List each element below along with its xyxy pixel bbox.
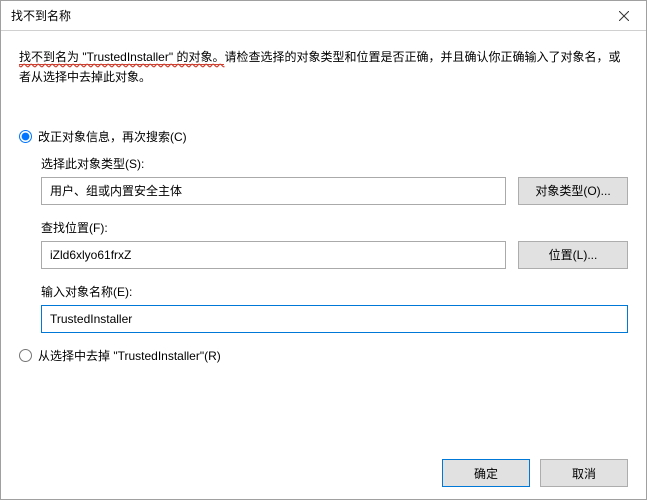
location-value: iZld6xlyo61frxZ (50, 248, 131, 262)
titlebar: 找不到名称 (1, 1, 646, 31)
radio-group: 改正对象信息，再次搜索(C) 选择此对象类型(S): 用户、组或内置安全主体 对… (19, 128, 628, 374)
object-type-display: 用户、组或内置安全主体 (41, 177, 506, 205)
correct-fields: 选择此对象类型(S): 用户、组或内置安全主体 对象类型(O)... 查找位置(… (19, 155, 628, 333)
radio-correct-label[interactable]: 改正对象信息，再次搜索(C) (38, 128, 187, 145)
window-title: 找不到名称 (11, 7, 71, 24)
close-icon (619, 11, 629, 21)
location-label: 查找位置(F): (41, 219, 628, 236)
radio-option-correct[interactable]: 改正对象信息，再次搜索(C) (19, 128, 628, 145)
dialog-window: 找不到名称 找不到名为 "TrustedInstaller" 的对象。请检查选择… (0, 0, 647, 500)
close-button[interactable] (601, 1, 646, 30)
dialog-content: 找不到名为 "TrustedInstaller" 的对象。请检查选择的对象类型和… (1, 31, 646, 499)
location-display: iZld6xlyo61frxZ (41, 241, 506, 269)
location-group: 查找位置(F): iZld6xlyo61frxZ 位置(L)... (41, 219, 628, 269)
button-bar: 确定 取消 (19, 447, 628, 487)
radio-remove-input[interactable] (19, 349, 32, 362)
locations-button[interactable]: 位置(L)... (518, 241, 628, 269)
radio-correct-input[interactable] (19, 130, 32, 143)
object-type-value: 用户、组或内置安全主体 (50, 182, 182, 199)
object-name-input[interactable] (41, 305, 628, 333)
radio-remove-label[interactable]: 从选择中去掉 "TrustedInstaller"(R) (38, 347, 221, 364)
name-label: 输入对象名称(E): (41, 283, 628, 300)
object-type-label: 选择此对象类型(S): (41, 155, 628, 172)
error-message: 找不到名为 "TrustedInstaller" 的对象。请检查选择的对象类型和… (19, 47, 628, 88)
cancel-button[interactable]: 取消 (540, 459, 628, 487)
ok-button[interactable]: 确定 (442, 459, 530, 487)
object-type-group: 选择此对象类型(S): 用户、组或内置安全主体 对象类型(O)... (41, 155, 628, 205)
error-highlight: 找不到名为 "TrustedInstaller" 的对象。 (19, 50, 224, 65)
name-group: 输入对象名称(E): (41, 283, 628, 333)
spacer (19, 382, 628, 447)
radio-option-remove[interactable]: 从选择中去掉 "TrustedInstaller"(R) (19, 347, 628, 364)
object-types-button[interactable]: 对象类型(O)... (518, 177, 628, 205)
